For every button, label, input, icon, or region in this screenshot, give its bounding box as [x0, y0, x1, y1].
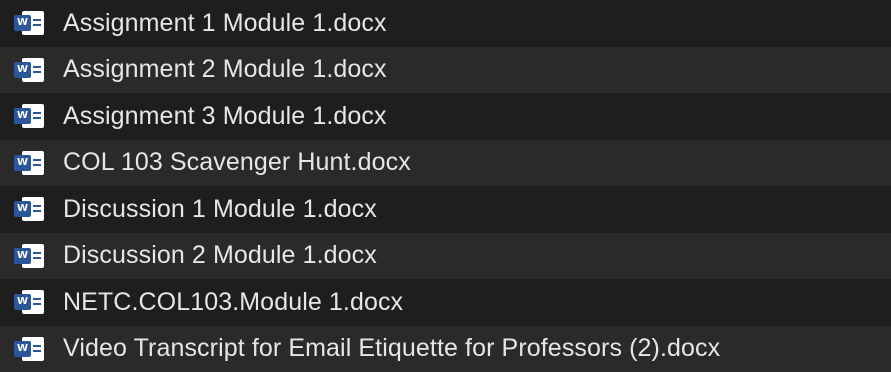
word-document-icon: W — [14, 57, 46, 83]
file-row[interactable]: W Video Transcript for Email Etiquette f… — [0, 326, 891, 372]
file-row[interactable]: W NETC.COL103.Module 1.docx — [0, 279, 891, 326]
file-name: Video Transcript for Email Etiquette for… — [63, 334, 720, 363]
file-row[interactable]: W Assignment 2 Module 1.docx — [0, 47, 891, 94]
file-name: Assignment 1 Module 1.docx — [63, 9, 387, 38]
word-document-icon: W — [14, 103, 46, 129]
file-row[interactable]: W Assignment 3 Module 1.docx — [0, 93, 891, 140]
word-document-icon: W — [14, 196, 46, 222]
file-row[interactable]: W Discussion 2 Module 1.docx — [0, 233, 891, 280]
word-document-icon: W — [14, 336, 46, 362]
file-name: Assignment 3 Module 1.docx — [63, 102, 387, 131]
file-name: Assignment 2 Module 1.docx — [63, 55, 387, 84]
word-document-icon: W — [14, 289, 46, 315]
file-name: Discussion 2 Module 1.docx — [63, 241, 377, 270]
file-name: Discussion 1 Module 1.docx — [63, 195, 377, 224]
file-name: COL 103 Scavenger Hunt.docx — [63, 148, 411, 177]
file-row[interactable]: W COL 103 Scavenger Hunt.docx — [0, 140, 891, 187]
file-name: NETC.COL103.Module 1.docx — [63, 288, 403, 317]
word-document-icon: W — [14, 10, 46, 36]
file-list: W Assignment 1 Module 1.docx W Assignmen… — [0, 0, 891, 370]
file-row[interactable]: W Assignment 1 Module 1.docx — [0, 0, 891, 47]
word-document-icon: W — [14, 150, 46, 176]
file-row[interactable]: W Discussion 1 Module 1.docx — [0, 186, 891, 233]
word-document-icon: W — [14, 243, 46, 269]
